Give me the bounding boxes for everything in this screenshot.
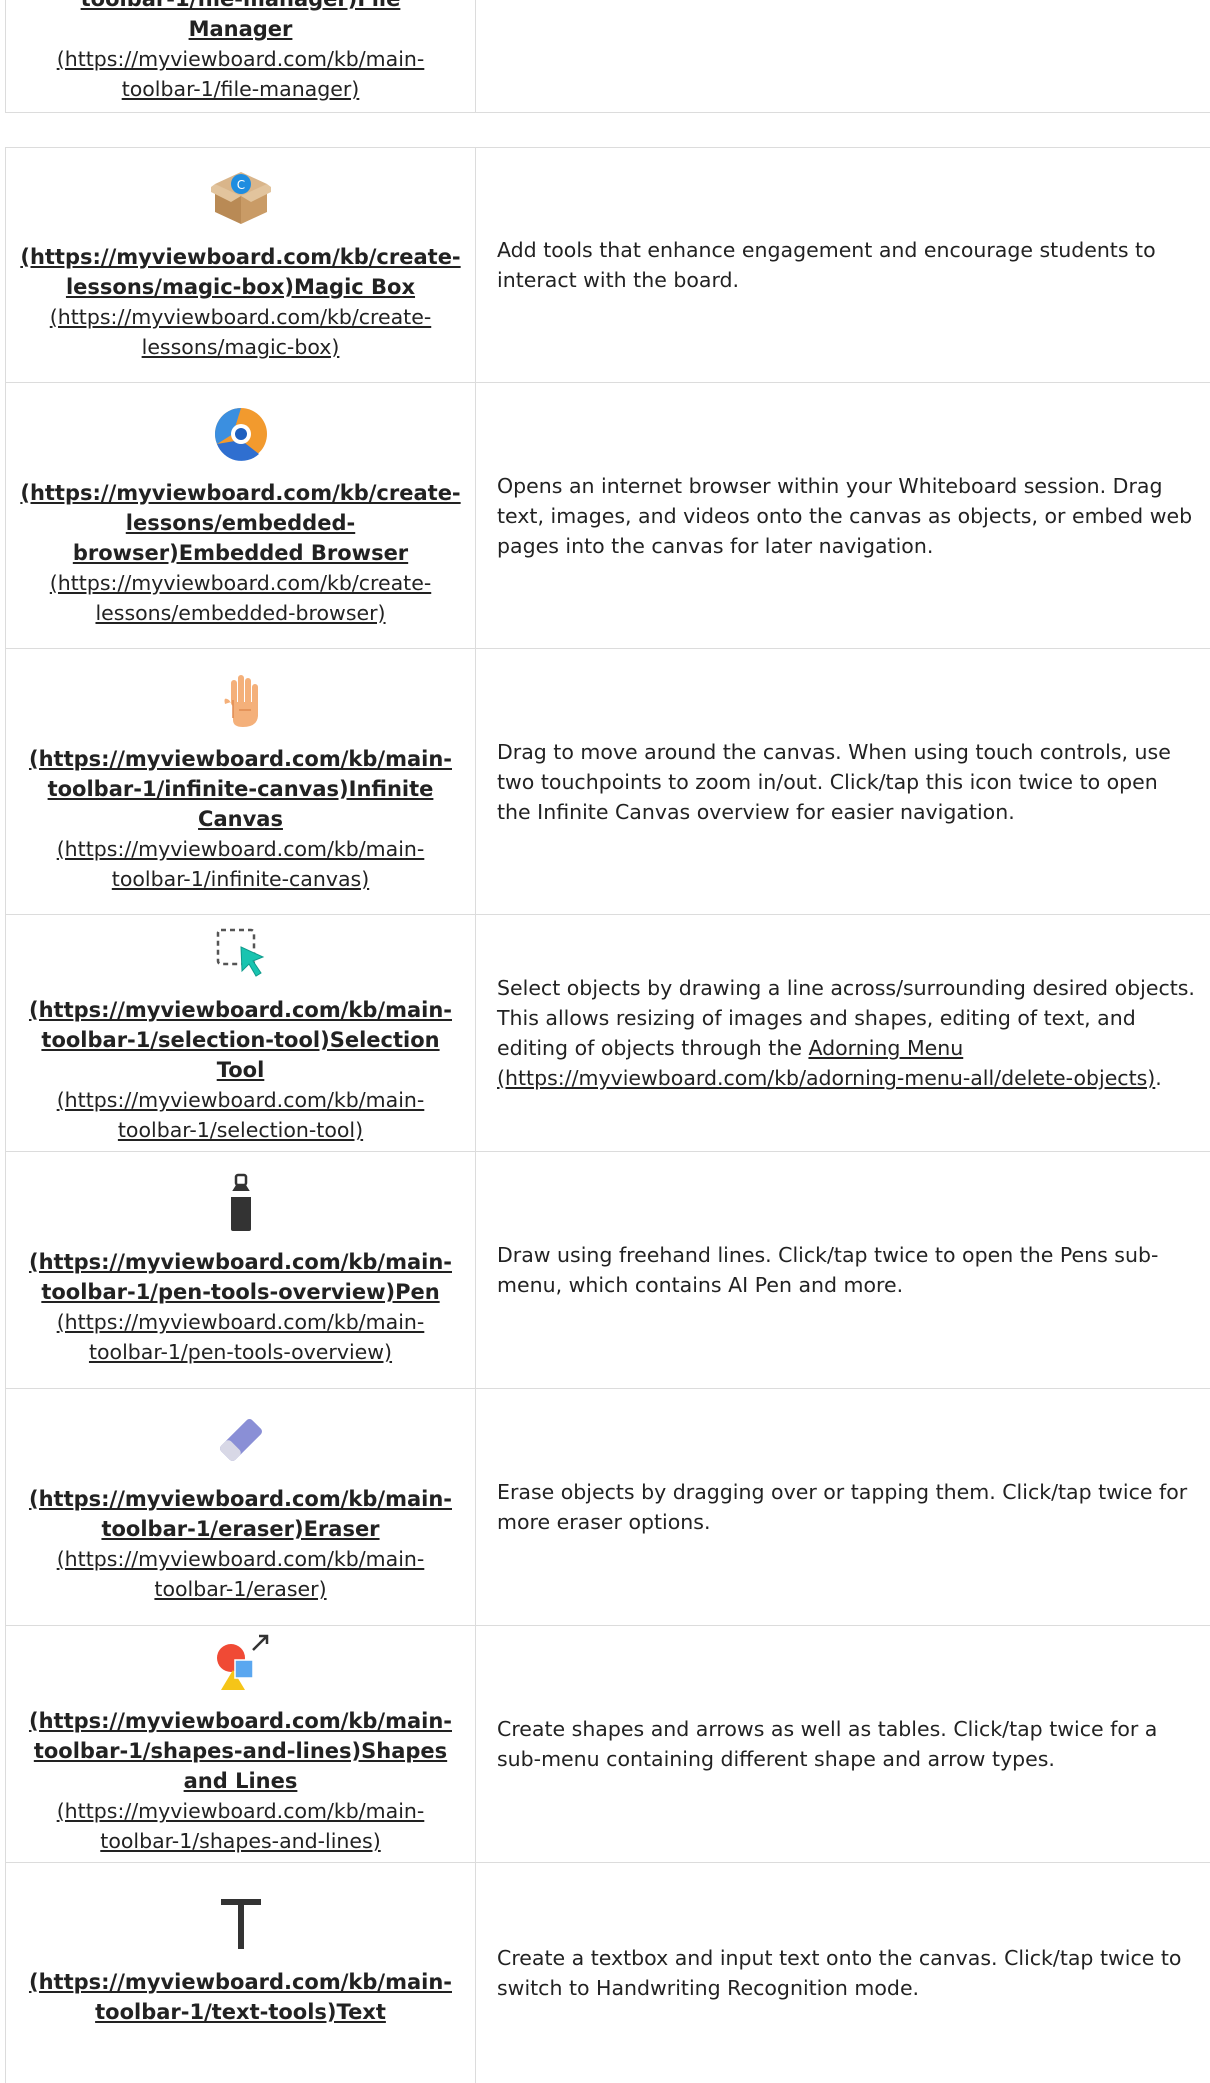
- table-row: (https://myviewboard.com/kb/main-toolbar…: [6, 1863, 1210, 2083]
- file-manager-bold-link[interactable]: toolbar-1/file-manager)File Manager: [26, 0, 455, 44]
- magic-box-icon: C: [210, 172, 271, 224]
- table-row: (https://myviewboard.com/kb/main-toolbar…: [6, 915, 1210, 1152]
- pen-bold-link[interactable]: (https://myviewboard.com/kb/main-toolbar…: [26, 1247, 455, 1307]
- file-manager-cell: toolbar-1/file-manager)File Manager (htt…: [6, 0, 476, 112]
- infinite-canvas-bold-link[interactable]: (https://myviewboard.com/kb/main-toolbar…: [26, 744, 455, 834]
- description-text: Opens an internet browser within your Wh…: [497, 473, 1193, 558]
- table-row: (https://myviewboard.com/kb/main-toolbar…: [6, 1152, 1210, 1389]
- text-bold-link[interactable]: (https://myviewboard.com/kb/main-toolbar…: [26, 1967, 455, 2027]
- eraser-bold-link[interactable]: (https://myviewboard.com/kb/main-toolbar…: [26, 1484, 455, 1544]
- pen-icon: [230, 1173, 251, 1231]
- description-cell: Add tools that enhance engagement and en…: [476, 148, 1210, 382]
- text-icon: [220, 1899, 261, 1949]
- tool-cell: (https://myviewboard.com/kb/create-lesso…: [6, 383, 476, 648]
- browser-icon: [214, 407, 267, 461]
- description-cell: Draw using freehand lines. Click/tap twi…: [476, 1152, 1210, 1388]
- description-text: Drag to move around the canvas. When usi…: [497, 739, 1171, 824]
- tool-cell: (https://myviewboard.com/kb/main-toolbar…: [6, 1626, 476, 1862]
- description-text: Create a textbox and input text onto the…: [497, 1946, 1182, 2000]
- tool-cell: (https://myviewboard.com/kb/main-toolbar…: [6, 1389, 476, 1625]
- shapes-icon: [216, 1634, 268, 1690]
- toolbar-table: C (https://myviewboard.com/kb/create-les…: [5, 147, 1210, 2083]
- embedded-browser-url-link[interactable]: (https://myviewboard.com/kb/create-lesso…: [25, 568, 456, 628]
- description-text: Erase objects by dragging over or tappin…: [497, 1480, 1188, 1534]
- description-text: Create shapes and arrows as well as tabl…: [497, 1717, 1158, 1771]
- description-cell: Drag to move around the canvas. When usi…: [476, 649, 1210, 914]
- tool-cell: (https://myviewboard.com/kb/main-toolbar…: [6, 1152, 476, 1388]
- tool-cell: (https://myviewboard.com/kb/main-toolbar…: [6, 1863, 476, 2083]
- file-manager-row: toolbar-1/file-manager)File Manager (htt…: [5, 0, 1210, 113]
- tool-cell: (https://myviewboard.com/kb/main-toolbar…: [6, 915, 476, 1151]
- description-text: Add tools that enhance engagement and en…: [497, 238, 1156, 292]
- magic-box-bold-link[interactable]: (https://myviewboard.com/kb/create-lesso…: [20, 242, 460, 302]
- shapes-and-lines-bold-link[interactable]: (https://myviewboard.com/kb/main-toolbar…: [26, 1706, 455, 1796]
- pen-url-link[interactable]: (https://myviewboard.com/kb/main-toolbar…: [26, 1307, 455, 1367]
- tool-cell: (https://myviewboard.com/kb/main-toolbar…: [6, 649, 476, 914]
- table-row: (https://myviewboard.com/kb/main-toolbar…: [6, 1389, 1210, 1626]
- table-row: C (https://myviewboard.com/kb/create-les…: [6, 148, 1210, 383]
- description-cell: Create shapes and arrows as well as tabl…: [476, 1626, 1210, 1862]
- file-manager-url-link[interactable]: (https://myviewboard.com/kb/main-toolbar…: [17, 44, 465, 104]
- description-text: Select objects by drawing a line across/…: [497, 976, 1195, 1090]
- selection-tool-bold-link[interactable]: (https://myviewboard.com/kb/main-toolbar…: [26, 995, 455, 1085]
- description-cell: Erase objects by dragging over or tappin…: [476, 1389, 1210, 1625]
- hand-icon: [224, 674, 258, 727]
- description-cell: Create a textbox and input text onto the…: [476, 1863, 1210, 2083]
- tool-cell: C (https://myviewboard.com/kb/create-les…: [6, 148, 476, 382]
- magic-box-url-link[interactable]: (https://myviewboard.com/kb/create-lesso…: [25, 302, 456, 362]
- description-text: Draw using freehand lines. Click/tap twi…: [497, 1243, 1159, 1297]
- table-row: (https://myviewboard.com/kb/main-toolbar…: [6, 649, 1210, 915]
- svg-text:C: C: [236, 178, 244, 192]
- infinite-canvas-url-link[interactable]: (https://myviewboard.com/kb/main-toolbar…: [26, 834, 455, 894]
- selection-icon: [216, 928, 264, 977]
- table-row: (https://myviewboard.com/kb/main-toolbar…: [6, 1626, 1210, 1863]
- description-cell: Opens an internet browser within your Wh…: [476, 383, 1210, 648]
- eraser-icon: [219, 1419, 262, 1461]
- table-row: (https://myviewboard.com/kb/create-lesso…: [6, 383, 1210, 649]
- selection-tool-url-link[interactable]: (https://myviewboard.com/kb/main-toolbar…: [26, 1085, 455, 1145]
- shapes-and-lines-url-link[interactable]: (https://myviewboard.com/kb/main-toolbar…: [26, 1796, 455, 1856]
- eraser-url-link[interactable]: (https://myviewboard.com/kb/main-toolbar…: [26, 1544, 455, 1604]
- description-cell: Select objects by drawing a line across/…: [476, 915, 1210, 1151]
- embedded-browser-bold-link[interactable]: (https://myviewboard.com/kb/create-lesso…: [20, 478, 460, 568]
